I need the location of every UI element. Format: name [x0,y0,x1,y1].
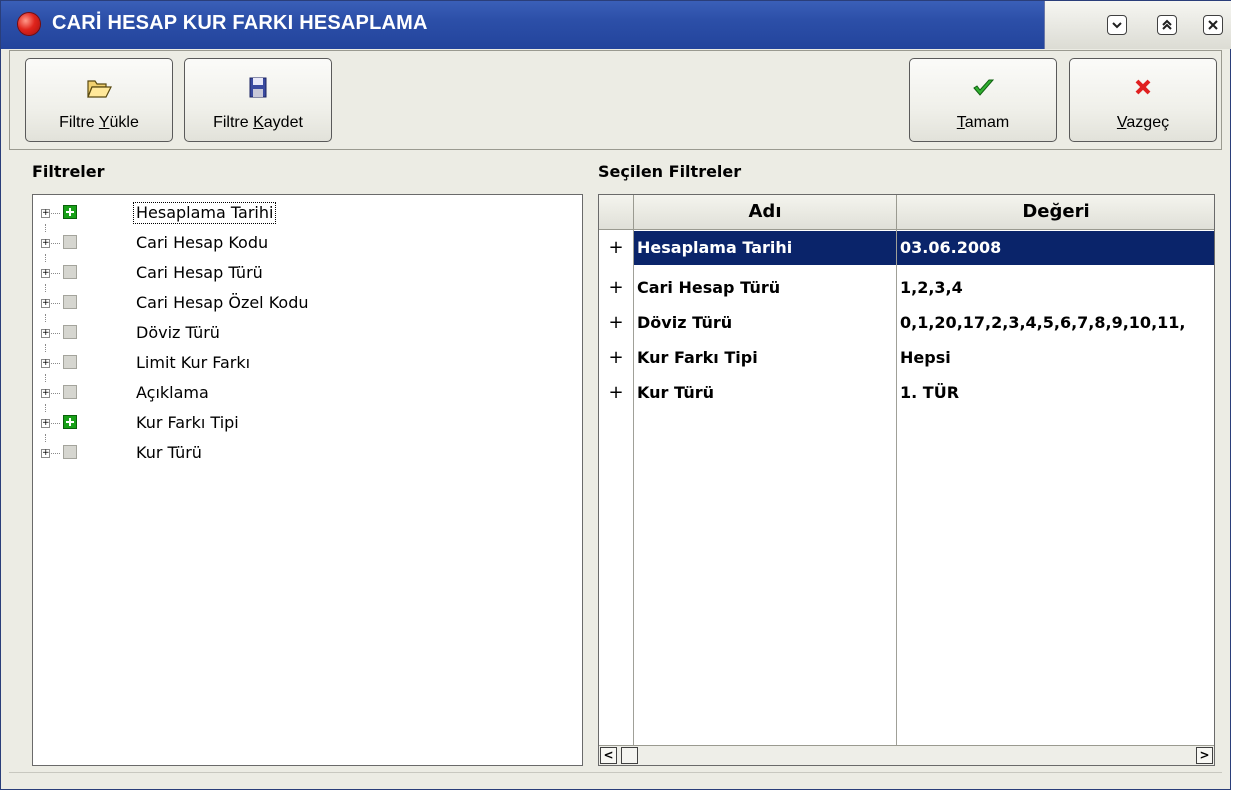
tree-item-label: Açıklama [136,383,209,402]
tree-item[interactable]: + Cari Hesap Türü [33,254,573,286]
window-title: CARİ HESAP KUR FARKI HESAPLAMA [52,12,428,34]
cancel-button[interactable]: Vazgeç [1069,58,1217,142]
table-row[interactable]: + Hesaplama Tarihi 03.06.2008 [599,231,1214,265]
checkbox-icon[interactable] [63,355,77,369]
tree-item[interactable]: + Kur Farkı Tipi [33,404,573,436]
red-x-icon [1070,75,1216,101]
row-expand-icon[interactable]: + [599,341,633,375]
tree-item-label: Kur Farkı Tipi [136,413,239,432]
expand-icon[interactable]: + [41,389,50,398]
chevron-down-icon [1112,22,1122,29]
expand-icon[interactable]: + [41,329,50,338]
double-chevron-up-icon [1162,19,1172,30]
tree-item-label: Kur Türü [136,443,202,462]
checkbox-icon[interactable] [63,265,77,279]
scroll-thumb[interactable] [621,747,638,764]
row-indicator-header [599,195,634,230]
row-name: Kur Türü [637,383,715,402]
tree-item-label: Hesaplama Tarihi [132,202,277,224]
table-row[interactable]: + Kur Farkı Tipi Hepsi [599,341,1214,375]
row-name: Kur Farkı Tipi [637,348,758,367]
row-expand-icon[interactable]: + [599,271,633,305]
tree-item[interactable]: + Açıklama [33,374,573,406]
tree-item-label: Cari Hesap Kodu [136,233,269,252]
main-window: CARİ HESAP KUR FARKI HESAPLAMA Filtre Yü… [0,0,1231,790]
app-orb-icon [18,13,40,35]
table-row[interactable]: + Kur Türü 1. TÜR [599,376,1214,410]
checkbox-icon[interactable] [63,325,77,339]
close-button[interactable] [1203,15,1223,35]
save-filter-label: Filtre Kaydet [213,114,303,131]
column-header-value[interactable]: Değeri [897,195,1214,230]
expand-icon[interactable]: + [41,299,50,308]
row-expand-icon[interactable]: + [599,231,633,265]
filters-tree[interactable]: + Hesaplama Tarihi + Cari Hesap Kodu + C… [32,194,583,766]
checkbox-icon[interactable] [63,235,77,249]
folder-open-icon [26,75,172,101]
filters-title: Filtreler [32,162,105,181]
checked-plus-icon[interactable] [63,205,77,219]
expand-icon[interactable]: + [41,449,50,458]
scroll-right-button[interactable]: > [1196,747,1213,764]
row-name: Hesaplama Tarihi [634,231,896,265]
tree-item-label: Limit Kur Farkı [136,353,251,372]
tree-item-label: Döviz Türü [136,323,220,342]
title-bar[interactable]: CARİ HESAP KUR FARKI HESAPLAMA [1,1,1231,49]
maximize-button[interactable] [1157,15,1177,35]
scroll-left-button[interactable]: < [600,747,617,764]
tree-item[interactable]: + Hesaplama Tarihi [33,202,573,226]
close-icon [1208,20,1218,30]
row-expand-icon[interactable]: + [599,376,633,410]
row-value[interactable]: Hepsi [897,341,1214,375]
expand-icon[interactable]: + [41,359,50,368]
ok-button[interactable]: Tamam [909,58,1057,142]
expand-icon[interactable]: + [41,239,50,248]
table-row[interactable]: + Cari Hesap Türü 1,2,3,4 [599,271,1214,305]
row-value[interactable]: 1. TÜR [897,376,1214,410]
column-header-name[interactable]: Adı [634,195,897,230]
save-filter-button[interactable]: Filtre Kaydet [184,58,332,142]
checkbox-icon[interactable] [63,385,77,399]
checkbox-icon[interactable] [63,295,77,309]
expand-icon[interactable]: + [41,419,50,428]
tree-item[interactable]: + Cari Hesap Özel Kodu [33,284,573,316]
checkmark-icon [910,75,1056,101]
checkbox-icon[interactable] [63,445,77,459]
row-value[interactable]: 1,2,3,4 [897,271,1214,305]
horizontal-scrollbar[interactable]: < > [599,745,1214,765]
floppy-disk-icon [185,75,331,101]
tree-item[interactable]: + Kur Türü [33,434,573,466]
window-controls [1044,1,1231,49]
cancel-label: Vazgeç [1116,114,1170,131]
ok-label: Tamam [956,114,1010,131]
checked-plus-icon[interactable] [63,415,77,429]
tree-item[interactable]: + Cari Hesap Kodu [33,224,573,256]
tree-item-label: Cari Hesap Özel Kodu [136,293,309,312]
expand-icon[interactable]: + [41,209,50,218]
row-expand-icon[interactable]: + [599,306,633,340]
selected-filters-title: Seçilen Filtreler [598,162,742,181]
tree-item[interactable]: + Limit Kur Farkı [33,344,573,376]
row-name: Döviz Türü [637,313,733,332]
minimize-button[interactable] [1107,15,1127,35]
bottom-divider [9,772,1222,773]
table-row[interactable]: + Döviz Türü 0,1,20,17,2,3,4,5,6,7,8,9,1… [599,306,1214,340]
row-name: Cari Hesap Türü [637,278,781,297]
toolbar: Filtre Yükle Filtre Kaydet Tamam Vazgeç [9,50,1222,150]
row-value[interactable]: 03.06.2008 [897,231,1214,265]
tree-item[interactable]: + Döviz Türü [33,314,573,346]
expand-icon[interactable]: + [41,269,50,278]
selected-filters-grid[interactable]: Adı Değeri + Hesaplama Tarihi 03.06.2008… [598,194,1215,766]
load-filter-button[interactable]: Filtre Yükle [25,58,173,142]
load-filter-label: Filtre Yükle [59,114,139,131]
tree-item-label: Cari Hesap Türü [136,263,263,282]
row-value[interactable]: 0,1,20,17,2,3,4,5,6,7,8,9,10,11, [897,306,1214,340]
